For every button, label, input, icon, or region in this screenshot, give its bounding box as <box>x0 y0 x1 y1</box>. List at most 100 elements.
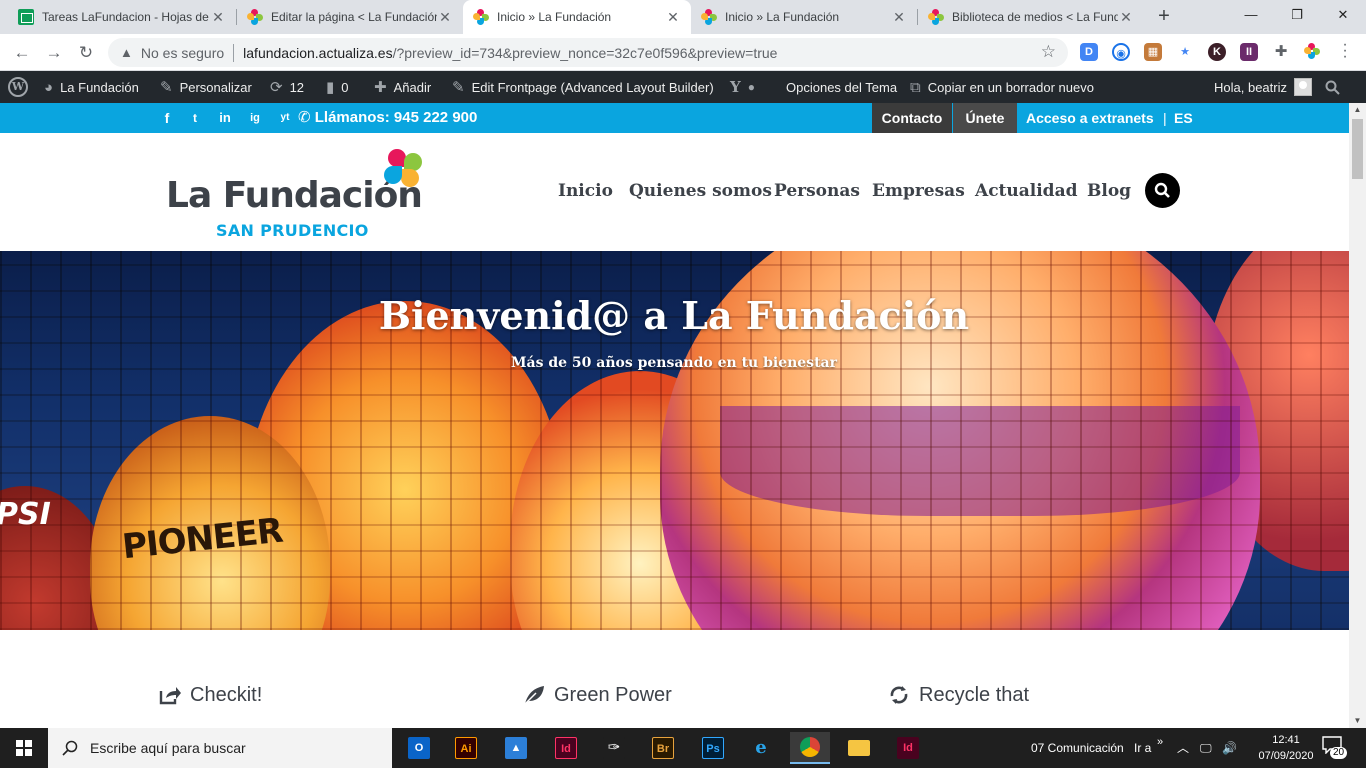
internet-explorer-app[interactable]: e <box>741 732 781 764</box>
illustrator-app[interactable]: Ai <box>446 732 486 764</box>
admin-yoast[interactable]: Y ● <box>730 71 762 103</box>
acrobat-app[interactable]: ✑ <box>594 732 634 764</box>
taskbar-clock[interactable]: 12:41 07/09/2020 <box>1256 732 1316 764</box>
restore-button[interactable]: ❐ <box>1274 0 1320 30</box>
admin-copy-draft[interactable]: ⧉ Copiar en un borrador nuevo <box>910 71 1094 103</box>
logo-subtitle[interactable]: SAN PRUDENCIO <box>216 221 369 240</box>
dashboard-icon: ◕ <box>44 78 54 96</box>
admin-add-new[interactable]: ✚ Añadir <box>374 71 431 103</box>
acrobat-icon: ✑ <box>603 737 625 759</box>
browser-tab-strip: Tareas LaFundacion - Hojas de ✕ Editar l… <box>0 0 1366 34</box>
photos-app[interactable]: ▲ <box>496 732 536 764</box>
close-icon[interactable]: ✕ <box>891 9 907 26</box>
feature-green-power: Green Power <box>522 680 672 710</box>
back-button[interactable]: ← <box>8 39 36 67</box>
admin-customize[interactable]: ✎ Personalizar <box>160 71 252 103</box>
profile-fundacion-icon[interactable] <box>1304 43 1322 61</box>
file-explorer-app[interactable] <box>839 732 879 764</box>
twitter-icon[interactable]: t <box>185 103 205 133</box>
phone-label: Llámanos: 945 222 900 <box>314 109 478 126</box>
close-icon[interactable]: ✕ <box>1118 9 1134 26</box>
site-search-button[interactable] <box>1145 173 1180 208</box>
taskbar-search-placeholder: Escribe aquí para buscar <box>90 740 246 756</box>
page-scrollbar[interactable]: ▲ ▼ <box>1349 103 1366 728</box>
minimize-button[interactable]: ― <box>1228 0 1274 30</box>
location-extension-icon[interactable]: ◉ <box>1112 43 1130 61</box>
notification-count: 20 <box>1330 747 1348 759</box>
chrome-app[interactable] <box>790 732 830 764</box>
nav-personas[interactable]: Personas <box>774 181 860 201</box>
nav-inicio[interactable]: Inicio <box>558 181 613 201</box>
warning-icon[interactable]: ▲ <box>120 45 133 60</box>
close-icon[interactable]: ✕ <box>210 9 226 26</box>
extensions-puzzle-icon[interactable]: ✚ <box>1272 43 1290 61</box>
browser-tab-inicio[interactable]: Inicio » La Fundación ✕ <box>691 0 917 34</box>
admin-comments[interactable]: ▮ 0 <box>326 71 349 103</box>
logo-flower-icon[interactable] <box>384 149 424 189</box>
linkedin-icon[interactable]: in <box>215 103 235 133</box>
tab-title: Inicio » La Fundación <box>497 10 612 24</box>
forward-button[interactable]: → <box>40 39 68 67</box>
extension-d-icon[interactable]: D <box>1080 43 1098 61</box>
outlook-app[interactable]: O <box>399 732 439 764</box>
tray-chevron-up-icon[interactable]: ︿ <box>1177 728 1189 768</box>
new-tab-button[interactable]: + <box>1152 5 1176 29</box>
nav-quienes-somos[interactable]: Quienes somos <box>629 181 772 201</box>
scroll-down-icon[interactable]: ▼ <box>1349 714 1366 728</box>
recycle-icon <box>890 686 908 704</box>
browser-tab-sheets[interactable]: Tareas LaFundacion - Hojas de ✕ <box>8 0 236 34</box>
extension-puzzle-star-icon[interactable]: ★ <box>1176 43 1194 61</box>
start-button[interactable] <box>0 728 48 768</box>
tray-goto-label[interactable]: Ir a <box>1134 728 1151 768</box>
admin-edit-frontpage[interactable]: ✎ Edit Frontpage (Advanced Layout Builde… <box>452 71 714 103</box>
indesign-app-2[interactable]: Id <box>888 732 928 764</box>
nav-empresas[interactable]: Empresas <box>872 181 965 201</box>
nav-blog[interactable]: Blog <box>1087 181 1131 201</box>
search-icon <box>1154 182 1170 198</box>
scroll-up-icon[interactable]: ▲ <box>1349 103 1366 117</box>
contacto-button[interactable]: Contacto <box>872 103 952 133</box>
security-label[interactable]: No es seguro <box>141 45 224 61</box>
leaf-icon <box>524 686 544 705</box>
tray-toolbar-label[interactable]: 07 Comunicación <box>1031 728 1124 768</box>
language-selector[interactable]: ES <box>1174 103 1193 133</box>
browser-tab-edit-page[interactable]: Editar la página < La Fundación ✕ <box>237 0 463 34</box>
extension-image-icon[interactable]: ▦ <box>1144 43 1162 61</box>
close-icon[interactable]: ✕ <box>665 9 681 26</box>
browser-tab-inicio-active[interactable]: Inicio » La Fundación ✕ <box>463 0 691 34</box>
reload-button[interactable]: ↻ <box>72 39 100 67</box>
extension-k-icon[interactable]: K <box>1208 43 1226 61</box>
address-bar[interactable]: ▲ No es seguro lafundacion.actualiza.es /… <box>108 38 1068 67</box>
nav-actualidad[interactable]: Actualidad <box>975 181 1077 201</box>
photoshop-app[interactable]: Ps <box>693 732 733 764</box>
admin-site-name[interactable]: ◕ La Fundación <box>44 71 139 103</box>
admin-theme-options[interactable]: Opciones del Tema <box>786 71 897 103</box>
toolbar-overflow-icon[interactable]: » <box>1157 722 1163 762</box>
extranet-link[interactable]: Acceso a extranets <box>1026 103 1154 133</box>
bridge-app[interactable]: Br <box>643 732 683 764</box>
admin-updates[interactable]: ⟳ 12 <box>270 71 304 103</box>
close-icon[interactable]: ✕ <box>437 9 453 26</box>
instagram-icon[interactable]: ig <box>245 103 265 133</box>
close-window-button[interactable]: ✕ <box>1320 0 1366 30</box>
network-icon[interactable]: 🖵 <box>1200 728 1212 768</box>
wp-logo-menu[interactable]: W <box>8 71 28 103</box>
phone-link[interactable]: ✆ Llámanos: 945 222 900 <box>298 103 477 133</box>
bookmark-star-icon[interactable]: ☆ <box>1041 42 1056 62</box>
facebook-icon[interactable]: f <box>157 103 177 133</box>
admin-my-account[interactable]: Hola, beatriz <box>1214 71 1312 103</box>
browser-menu-icon[interactable]: · · · <box>1340 37 1350 65</box>
indesign-app[interactable]: Id <box>546 732 586 764</box>
indesign-icon: Id <box>897 737 919 759</box>
volume-icon[interactable]: 🔊 <box>1222 728 1237 768</box>
taskbar-search[interactable]: Escribe aquí para buscar <box>48 728 392 768</box>
youtube-icon[interactable]: yt <box>275 103 295 133</box>
browser-tab-media-library[interactable]: Biblioteca de medios < La Fund ✕ <box>918 0 1144 34</box>
unete-button[interactable]: Únete <box>953 103 1017 133</box>
photos-icon: ▲ <box>505 737 527 759</box>
action-center-button[interactable]: 20 <box>1322 736 1348 760</box>
admin-search[interactable] <box>1325 71 1340 103</box>
photoshop-icon: Ps <box>702 737 724 759</box>
scroll-thumb[interactable] <box>1352 119 1363 179</box>
extension-ii-icon[interactable]: II <box>1240 43 1258 61</box>
